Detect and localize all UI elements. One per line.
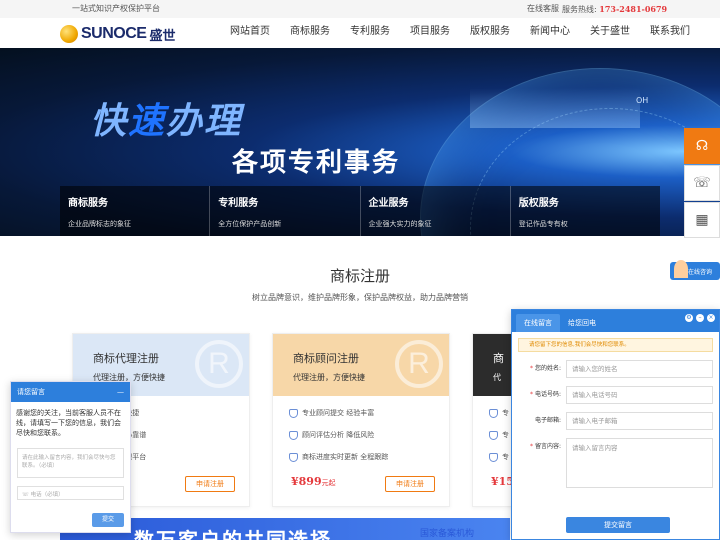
list-item: 专业顾问提交 经验丰富 [289,408,433,418]
apply-button[interactable]: 申请注册 [385,476,435,492]
shield-icon [289,408,298,418]
banner-text: 数万客户的共同选择 [134,528,332,540]
phone-icon: ☏ [22,492,31,498]
hero-subtitle: 各项专利事务 [232,148,401,178]
logo[interactable]: SUNOCE 盛世 [60,23,175,45]
headset-icon[interactable]: ☊ [684,128,720,164]
registered-icon: R [195,340,243,388]
bottom-banner-right: 国家备案机构 [420,529,475,539]
service-enterprise[interactable]: 企业服务 企业强大实力的象征 [360,186,511,236]
service-trademark[interactable]: 商标服务 企业品牌标志的象征 [60,186,211,236]
section-subtitle: 树立品牌意识，维护品牌形象，保护品牌权益，助力品牌营销 [252,293,468,302]
shield-icon [489,452,498,462]
section-title: 商标注册 [329,267,390,285]
submit-button[interactable]: 提交 [92,513,124,527]
service-copyright[interactable]: 版权服务 登记作品专有权 [510,186,660,236]
nav-copyright[interactable]: 版权服务 [470,18,510,46]
minimize-icon[interactable]: – [696,314,704,322]
close-icon[interactable]: × [707,314,715,322]
submit-button[interactable]: 提交留言 [566,517,670,533]
nav-contact[interactable]: 联系我们 [650,18,690,46]
message-panel: 在线留言 给您回电 ⚙ – × 请您留下您的信息,我们会尽快和您联系。 * 您的… [511,309,720,540]
leave-message-widget: 请您留言 — 感谢您的关注，当前客服人员不在线，请填写一下您的信息，我们会尽快和您… [10,381,131,533]
phone-input[interactable]: 请输入电话号码 [566,386,713,404]
shield-icon [489,430,498,440]
nav-about[interactable]: 关于盛世 [590,18,630,46]
shield-icon [289,430,298,440]
notice-bar: 请您留下您的信息,我们会尽快和您联系。 [518,338,713,352]
list-item: 顾问评估分析 降低风险 [289,430,433,440]
minimize-icon[interactable]: — [117,382,124,402]
list-item: 商标进度实时更新 全程跟踪 [289,452,433,462]
slogan: 一站式知识产权保护平台 [72,4,160,13]
main-nav: SUNOCE 盛世 网站首页 商标服务 专利服务 项目服务 版权服务 新闻中心 … [0,18,720,48]
widget-message: 感谢您的关注，当前客服人员不在线，请填写一下您的信息，我们会尽快和您联系。 [16,409,121,437]
message-textarea[interactable]: 请在此输入留言内容，我们会尽快与您联系。（必填） [17,448,124,478]
apply-button[interactable]: 申请注册 [185,476,235,492]
hotline: 服务热线: 173-2481-0679 [562,4,668,14]
widget-header: 请您留言 — [11,382,130,402]
phone-input[interactable]: ☏ 电话（必填） [17,486,124,500]
tab-callback[interactable]: 给您回电 [560,314,604,332]
field-label: * 您的姓名: [530,365,561,372]
service-patent[interactable]: 专利服务 全方位保护产品创新 [210,186,361,236]
price: ¥899元起 [291,475,336,488]
settings-icon[interactable]: ⚙ [685,314,693,322]
top-bar: 一站式知识产权保护平台 在线客服 服务热线: 173-2481-0679 [0,0,720,18]
name-input[interactable]: 请输入您的姓名 [566,360,713,378]
hero-tag: OH [636,96,649,105]
field-label: * 电话号码: [530,391,561,398]
qrcode-icon[interactable]: ▦ [684,202,720,238]
message-textarea[interactable]: 请输入留言内容 [566,438,713,488]
globe-icon [60,25,78,43]
service-bar: 商标服务 企业品牌标志的象征 专利服务 全方位保护产品创新 企业服务 企业强大实力的象… [60,186,660,236]
email-input[interactable]: 请输入电子邮箱 [566,412,713,430]
registered-icon: R [395,340,443,388]
tab-online-message[interactable]: 在线留言 [516,314,560,332]
panel-header: 在线留言 给您回电 ⚙ – × [512,310,719,332]
shield-icon [489,408,498,418]
city-skyline [470,88,640,128]
nav-project[interactable]: 项目服务 [410,18,450,46]
online-service-link[interactable]: 在线客服 [527,0,559,18]
nav-news[interactable]: 新闻中心 [530,18,570,46]
hero-title: 快速办理 [90,101,243,142]
nav-patent[interactable]: 专利服务 [350,18,390,46]
shield-icon [289,452,298,462]
card-consultant-registration: 商标顾问注册 代理注册，方便快捷 R 专业顾问提交 经验丰富 顾问评估分析 降低… [272,333,450,507]
phone-icon[interactable]: ☏ [684,165,720,201]
card-head: 商标顾问注册 代理注册，方便快捷 R [273,334,449,396]
side-toolbar: ☊ ☏ ▦ [684,128,720,239]
field-label: 电子邮箱: [534,417,561,424]
nav-home[interactable]: 网站首页 [230,18,270,46]
nav-trademark[interactable]: 商标服务 [290,18,330,46]
field-label: * 留言内容: [530,443,561,450]
